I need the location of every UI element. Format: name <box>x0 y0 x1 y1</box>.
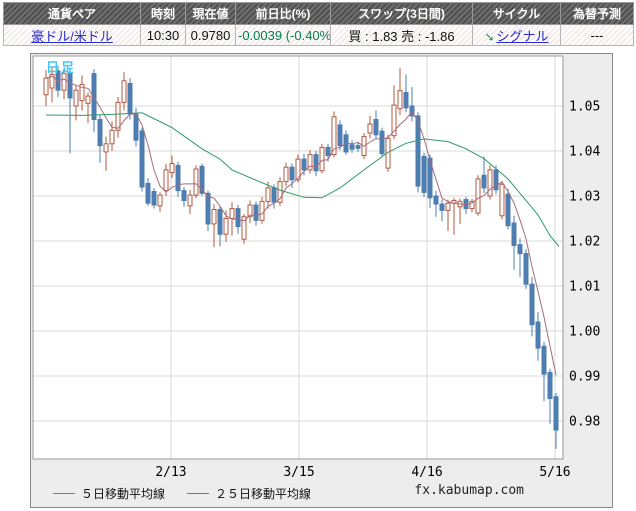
y-axis-label: 1.02 <box>569 235 600 250</box>
signal-down-arrow-icon: ➘ <box>484 30 494 44</box>
currency-pair-link[interactable]: 豪ドル/米ドル <box>31 29 113 44</box>
chart-legend: ５日移動平均線 ２５日移動平均線 <box>53 485 333 502</box>
x-axis-label: 3/15 <box>283 465 314 480</box>
col-time: 時刻 <box>141 3 186 25</box>
x-axis-label: 4/16 <box>411 465 442 480</box>
change-cell: -0.0039 (-0.40%) <box>236 25 331 46</box>
signal-link[interactable]: シグナル <box>497 29 549 44</box>
x-axis-label: 5/16 <box>539 465 570 480</box>
y-axis-label: 1.04 <box>569 145 600 160</box>
ma25-line-swatch <box>187 493 209 494</box>
col-current-price: 現在値 <box>186 3 236 25</box>
col-forecast: 為替予測 <box>561 3 634 25</box>
price-cell: 0.9780 <box>186 25 236 46</box>
timeframe-label: 日足 <box>46 57 76 76</box>
candlestick-chart: 1.05 1.04 1.03 1.02 1.01 1.00 0.99 0.98 2/13 3/15… <box>31 54 612 507</box>
ma5-legend-label: ５日移動平均線 <box>81 485 165 502</box>
y-axis-label: 0.98 <box>569 415 600 430</box>
time-cell: 10:30 <box>141 25 186 46</box>
col-change: 前日比(%) <box>236 3 331 25</box>
y-axis-label: 1.05 <box>569 100 600 115</box>
x-axis-label: 2/13 <box>155 465 186 480</box>
y-axis-label: 1.03 <box>569 190 600 205</box>
col-currency-pair: 通貨ペア <box>4 3 141 25</box>
y-axis-label: 1.01 <box>569 280 600 295</box>
col-swap: スワップ(3日間) <box>331 3 473 25</box>
quote-table: 通貨ペア 時刻 現在値 前日比(%) スワップ(3日間) サイクル 為替予測 豪… <box>3 2 634 46</box>
legend-item-ma5: ５日移動平均線 <box>53 485 165 502</box>
quote-table-header-row: 通貨ペア 時刻 現在値 前日比(%) スワップ(3日間) サイクル 為替予測 <box>4 3 634 25</box>
swap-cell: 買 : 1.83 売 : -1.86 <box>331 25 473 46</box>
cycle-cell: ➘シグナル <box>473 25 561 46</box>
site-watermark: fx.kabumap.com <box>414 483 524 498</box>
col-cycle: サイクル <box>473 3 561 25</box>
chart-widget: 1.05 1.04 1.03 1.02 1.01 1.00 0.99 0.98 2/13 3/15… <box>30 53 613 508</box>
ma25-legend-label: ２５日移動平均線 <box>215 485 311 502</box>
quote-table-data-row: 豪ドル/米ドル 10:30 0.9780 -0.0039 (-0.40%) 買 … <box>4 25 634 46</box>
pair-cell: 豪ドル/米ドル <box>4 25 141 46</box>
legend-item-ma25: ２５日移動平均線 <box>187 485 311 502</box>
forecast-cell: --- <box>561 25 634 46</box>
y-axis-label: 1.00 <box>569 325 600 340</box>
ma5-line-swatch <box>53 493 75 494</box>
y-axis-label: 0.99 <box>569 370 600 385</box>
